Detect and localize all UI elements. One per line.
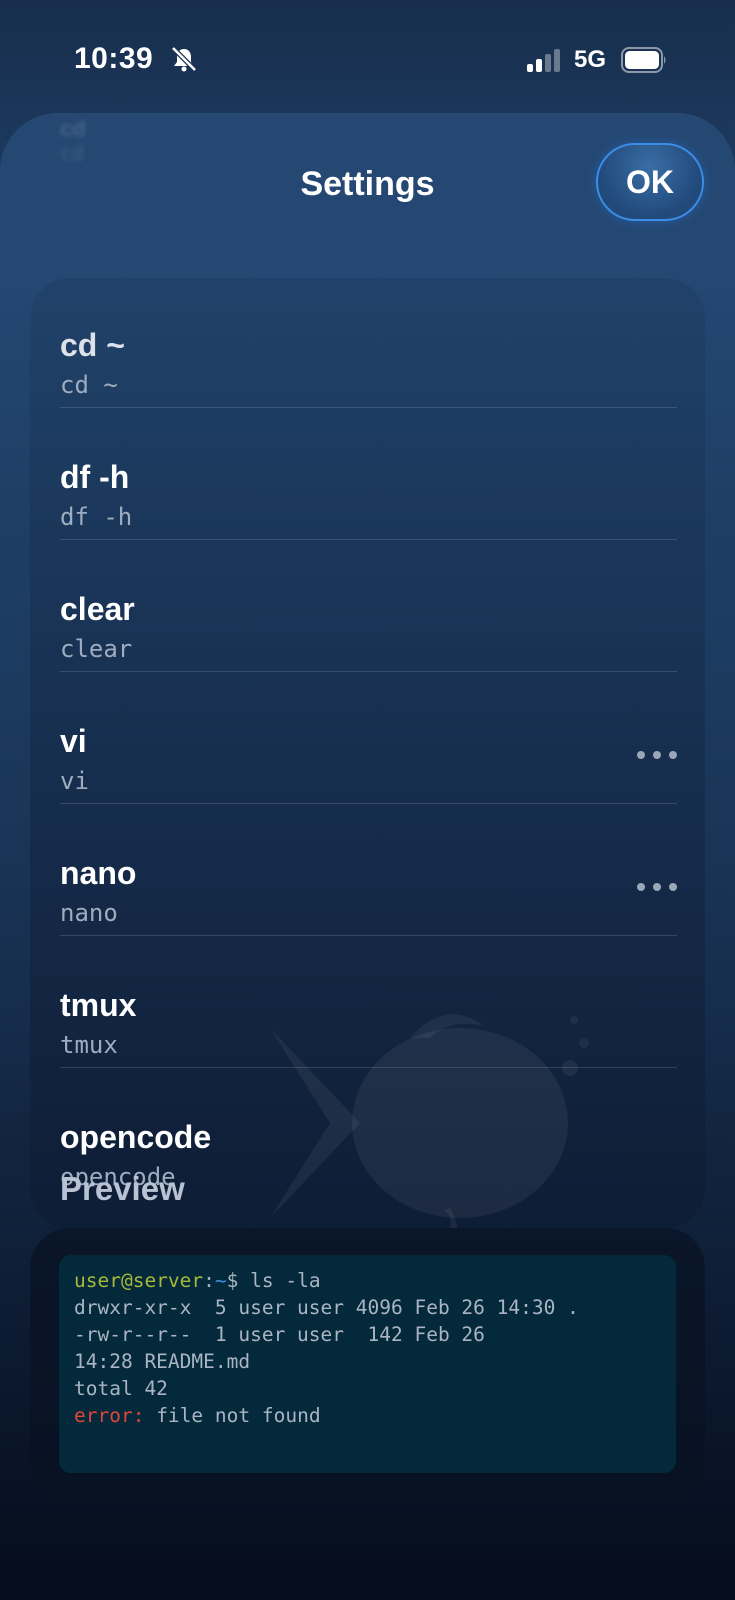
prompt-separator: : [203, 1269, 215, 1292]
more-options-icon[interactable] [637, 748, 677, 762]
command-title: clear [60, 591, 135, 627]
terminal-preview: user@server:~$ ls -la drwxr-xr-x 5 user … [59, 1255, 676, 1473]
command-row[interactable]: tmux tmux [60, 936, 677, 1068]
terminal-line: 14:28 README.md [74, 1350, 251, 1373]
command-row[interactable]: cd ~ cd ~ [60, 278, 677, 408]
command-title: cd ~ [60, 327, 125, 363]
preview-card: user@server:~$ ls -la drwxr-xr-x 5 user … [30, 1228, 705, 1500]
command-text: cd ~ [60, 371, 118, 399]
status-bar: 10:39 5G [0, 0, 735, 120]
battery-icon [621, 47, 666, 73]
command-list: cd ~ cd ~ df -h df -h clear clear vi vi nano nano… [30, 278, 705, 1228]
terminal-line: total 42 [74, 1377, 168, 1400]
more-dot [653, 751, 661, 759]
command-row[interactable]: vi vi [60, 672, 677, 804]
more-dot [653, 883, 661, 891]
error-label: error: [74, 1404, 145, 1427]
command-row[interactable]: df -h df -h [60, 408, 677, 540]
command-text: tmux [60, 1031, 118, 1059]
command-title: tmux [60, 987, 137, 1023]
preview-section-title: Preview [60, 1170, 185, 1207]
cellular-signal-icon [527, 48, 563, 72]
ok-button[interactable]: OK [596, 143, 704, 221]
status-time: 10:39 [74, 42, 154, 75]
command-title: df -h [60, 459, 130, 495]
more-dot [669, 883, 677, 891]
ghost-scrolled-subtitle: cd [60, 141, 85, 165]
command-text: df -h [60, 503, 133, 531]
bell-slash-icon [171, 46, 197, 72]
command-text: clear [60, 635, 133, 663]
ghost-scrolled-title: cd [60, 116, 86, 141]
prompt-user: user@server [74, 1269, 204, 1292]
command-text: vi [60, 767, 89, 795]
network-type: 5G [574, 46, 607, 73]
command-row[interactable]: clear clear [60, 540, 677, 672]
sheet-header: cd cd Settings OK [0, 113, 735, 233]
error-message: file not found [144, 1404, 321, 1427]
more-options-icon[interactable] [637, 880, 677, 894]
command-title: opencode [60, 1119, 212, 1155]
terminal-line: drwxr-xr-x 5 user user 4096 Feb 26 14:30… [74, 1296, 579, 1319]
prompt-path: ~ [214, 1269, 227, 1292]
more-dot [637, 883, 645, 891]
command-text: nano [60, 899, 118, 927]
command-title: vi [60, 723, 87, 759]
prompt-command: $ ls -la [226, 1269, 321, 1292]
settings-sheet: cd ~ cd ~ df -h df -h clear clear vi vi nano nano… [0, 113, 735, 1600]
command-title: nano [60, 855, 137, 891]
command-row[interactable]: nano nano [60, 804, 677, 936]
more-dot [637, 751, 645, 759]
terminal-line: -rw-r--r-- 1 user user 142 Feb 26 [74, 1323, 485, 1346]
more-dot [669, 751, 677, 759]
